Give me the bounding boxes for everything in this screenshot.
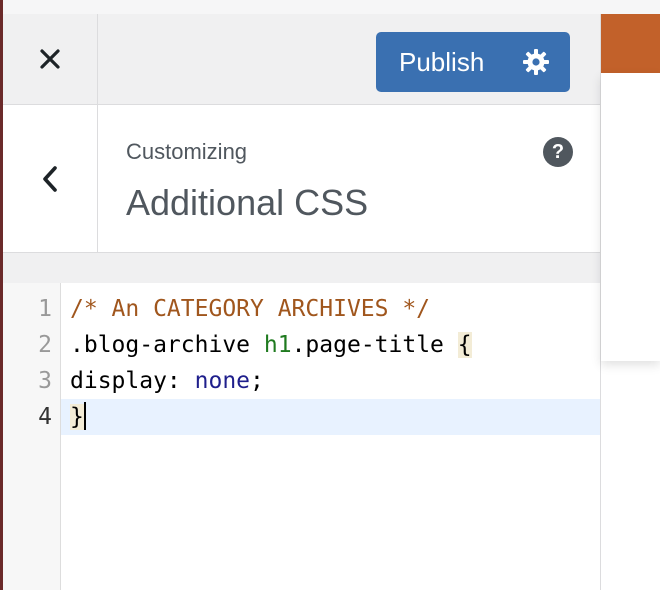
publish-settings-button[interactable] xyxy=(522,48,550,76)
code-line[interactable]: /* An CATEGORY ARCHIVES */ xyxy=(61,291,600,327)
code-token-bracket: { xyxy=(457,332,472,358)
code-token-tag: h1 xyxy=(263,332,292,358)
site-preview-header xyxy=(601,14,660,73)
customizer-sidebar: Publish Customizing Additional CSS ? 1 2… xyxy=(3,14,601,590)
section-spacer xyxy=(3,253,600,283)
line-number: 1 xyxy=(38,296,52,322)
gear-icon xyxy=(523,49,549,75)
close-button[interactable] xyxy=(3,14,98,104)
code-token-comment: /* An CATEGORY ARCHIVES */ xyxy=(70,296,431,322)
code-line[interactable]: .blog-archive h1.page-title { xyxy=(61,327,600,363)
publish-button[interactable]: Publish xyxy=(376,32,570,92)
line-number: 2 xyxy=(38,332,52,358)
section-title: Additional CSS xyxy=(126,182,369,223)
customizer-header: Publish xyxy=(3,14,600,105)
code-token-plain: .page-title xyxy=(291,332,458,358)
publish-divider xyxy=(510,32,511,92)
code-token-plain: .blog-archive xyxy=(70,332,264,358)
publish-button-label: Publish xyxy=(399,47,485,77)
help-icon[interactable]: ? xyxy=(543,137,573,167)
code-token-plain: ; xyxy=(250,368,264,394)
code-token-plain: display: xyxy=(70,368,195,394)
code-line[interactable]: display: none; xyxy=(61,363,600,399)
line-number: 3 xyxy=(38,368,52,394)
text-cursor xyxy=(83,402,86,430)
customizer-window: Publish Customizing Additional CSS ? 1 2… xyxy=(0,0,660,590)
css-code-editor[interactable]: 1 2 3 4 /* An CATEGORY ARCHIVES */ .blog-arc… xyxy=(3,283,600,590)
code-token-kw: none xyxy=(194,368,251,394)
code-line[interactable]: } xyxy=(61,399,600,435)
top-strip xyxy=(0,0,660,15)
back-button[interactable] xyxy=(3,105,98,252)
section-header: Customizing Additional CSS ? xyxy=(3,105,600,253)
code-token-bracket: } xyxy=(70,404,84,430)
close-icon xyxy=(40,49,60,69)
context-label: Customizing xyxy=(126,139,248,164)
line-number-gutter: 1 2 3 4 xyxy=(3,283,61,590)
line-number: 4 xyxy=(38,404,52,430)
site-preview-content xyxy=(601,73,660,361)
chevron-left-icon xyxy=(43,165,57,192)
